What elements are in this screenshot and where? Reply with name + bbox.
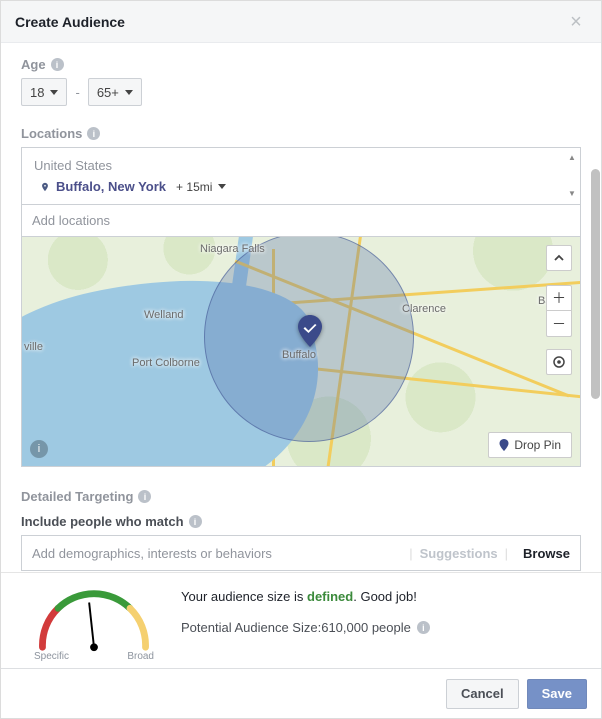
modal-footer: Cancel Save (1, 668, 601, 718)
zoom-in-button[interactable]: ＋ (546, 285, 572, 311)
summary-prefix: Your audience size is (181, 589, 307, 604)
locations-list: United States Buffalo, New York + 15mi ▲… (22, 148, 580, 204)
location-distance-value: + 15mi (176, 180, 212, 194)
chevron-down-icon (50, 90, 58, 95)
detailed-targeting-section: Detailed Targeting i Include people who … (21, 489, 581, 571)
minus-icon: － (552, 314, 566, 334)
detailed-targeting-label: Detailed Targeting i (21, 489, 581, 504)
cancel-button[interactable]: Cancel (446, 679, 519, 709)
age-range-dash: - (75, 85, 79, 100)
gauge-icon (29, 585, 159, 655)
age-min-select[interactable]: 18 (21, 78, 67, 106)
map-city-label: Clarence (402, 303, 446, 315)
plus-icon: ＋ (552, 288, 566, 308)
age-row: 18 - 65+ (21, 78, 581, 106)
close-icon[interactable]: × (565, 11, 587, 33)
chevron-down-icon (218, 184, 226, 189)
detailed-targeting-input[interactable]: Add demographics, interests or behaviors… (21, 535, 581, 571)
chevron-up-icon (553, 252, 565, 264)
map-city-label: Welland (144, 309, 184, 321)
info-icon[interactable]: i (417, 621, 430, 634)
audience-summary-text: Your audience size is defined. Good job!… (181, 585, 583, 635)
map-city-label: Buffalo (282, 349, 316, 361)
info-icon[interactable]: i (87, 127, 100, 140)
detailed-targeting-actions: | Suggestions | Browse (406, 546, 570, 561)
location-country: United States (34, 158, 568, 173)
modal-body: Age i 18 - 65+ Locations i United States (1, 43, 601, 572)
crosshair-icon (551, 354, 567, 370)
gauge-label-specific: Specific (34, 651, 69, 662)
pin-icon (40, 182, 50, 192)
locate-me-button[interactable] (546, 349, 572, 375)
location-place-name: Buffalo, New York (56, 179, 166, 194)
age-label: Age i (21, 57, 581, 72)
suggestions-button[interactable]: Suggestions (420, 546, 498, 561)
gauge-label-broad: Broad (127, 651, 154, 662)
locations-map[interactable]: Buffalo Niagara Falls Welland Port Colbo… (21, 237, 581, 467)
info-icon[interactable]: i (138, 490, 151, 503)
audience-gauge: Specific Broad (19, 585, 169, 662)
save-button[interactable]: Save (527, 679, 587, 709)
browse-button[interactable]: Browse (515, 546, 570, 561)
age-label-text: Age (21, 57, 46, 72)
chevron-down-icon (125, 90, 133, 95)
inner-scroll[interactable]: ▲▼ (566, 154, 578, 198)
zoom-out-button[interactable]: － (546, 311, 572, 337)
map-city-label: Port Colborne (132, 357, 200, 369)
info-icon[interactable]: i (51, 58, 64, 71)
potential-label: Potential Audience Size: (181, 620, 321, 635)
create-audience-modal: Create Audience × Age i 18 - 65+ Locatio… (0, 0, 602, 719)
potential-value: 610,000 people (321, 620, 411, 635)
location-item[interactable]: Buffalo, New York + 15mi (40, 179, 568, 194)
locations-label-text: Locations (21, 126, 82, 141)
modal-title: Create Audience (15, 14, 125, 30)
age-min-value: 18 (30, 85, 44, 100)
drop-pin-label: Drop Pin (514, 438, 561, 452)
age-max-select[interactable]: 65+ (88, 78, 142, 106)
drop-pin-button[interactable]: Drop Pin (488, 432, 572, 458)
info-icon[interactable]: i (189, 515, 202, 528)
pin-icon (499, 439, 509, 451)
summary-suffix: . Good job! (353, 589, 417, 604)
map-info-icon[interactable]: i (30, 440, 48, 458)
map-city-label: Niagara Falls (200, 243, 265, 255)
locations-box: United States Buffalo, New York + 15mi ▲… (21, 147, 581, 237)
scrollbar[interactable] (591, 169, 600, 399)
add-location-input[interactable]: Add locations (22, 204, 580, 236)
map-city-label: ville (24, 341, 43, 353)
summary-defined: defined (307, 589, 353, 604)
map-pin-icon (298, 315, 322, 347)
locations-label: Locations i (21, 126, 581, 141)
include-match-text: Include people who match (21, 514, 184, 529)
map-collapse-button[interactable] (546, 245, 572, 271)
modal-header: Create Audience × (1, 1, 601, 43)
audience-summary: Specific Broad Your audience size is def… (1, 572, 601, 668)
location-distance-select[interactable]: + 15mi (176, 180, 226, 194)
detailed-targeting-placeholder: Add demographics, interests or behaviors (32, 546, 272, 561)
include-match-label: Include people who match i (21, 514, 581, 529)
age-max-value: 65+ (97, 85, 119, 100)
detailed-targeting-label-text: Detailed Targeting (21, 489, 133, 504)
